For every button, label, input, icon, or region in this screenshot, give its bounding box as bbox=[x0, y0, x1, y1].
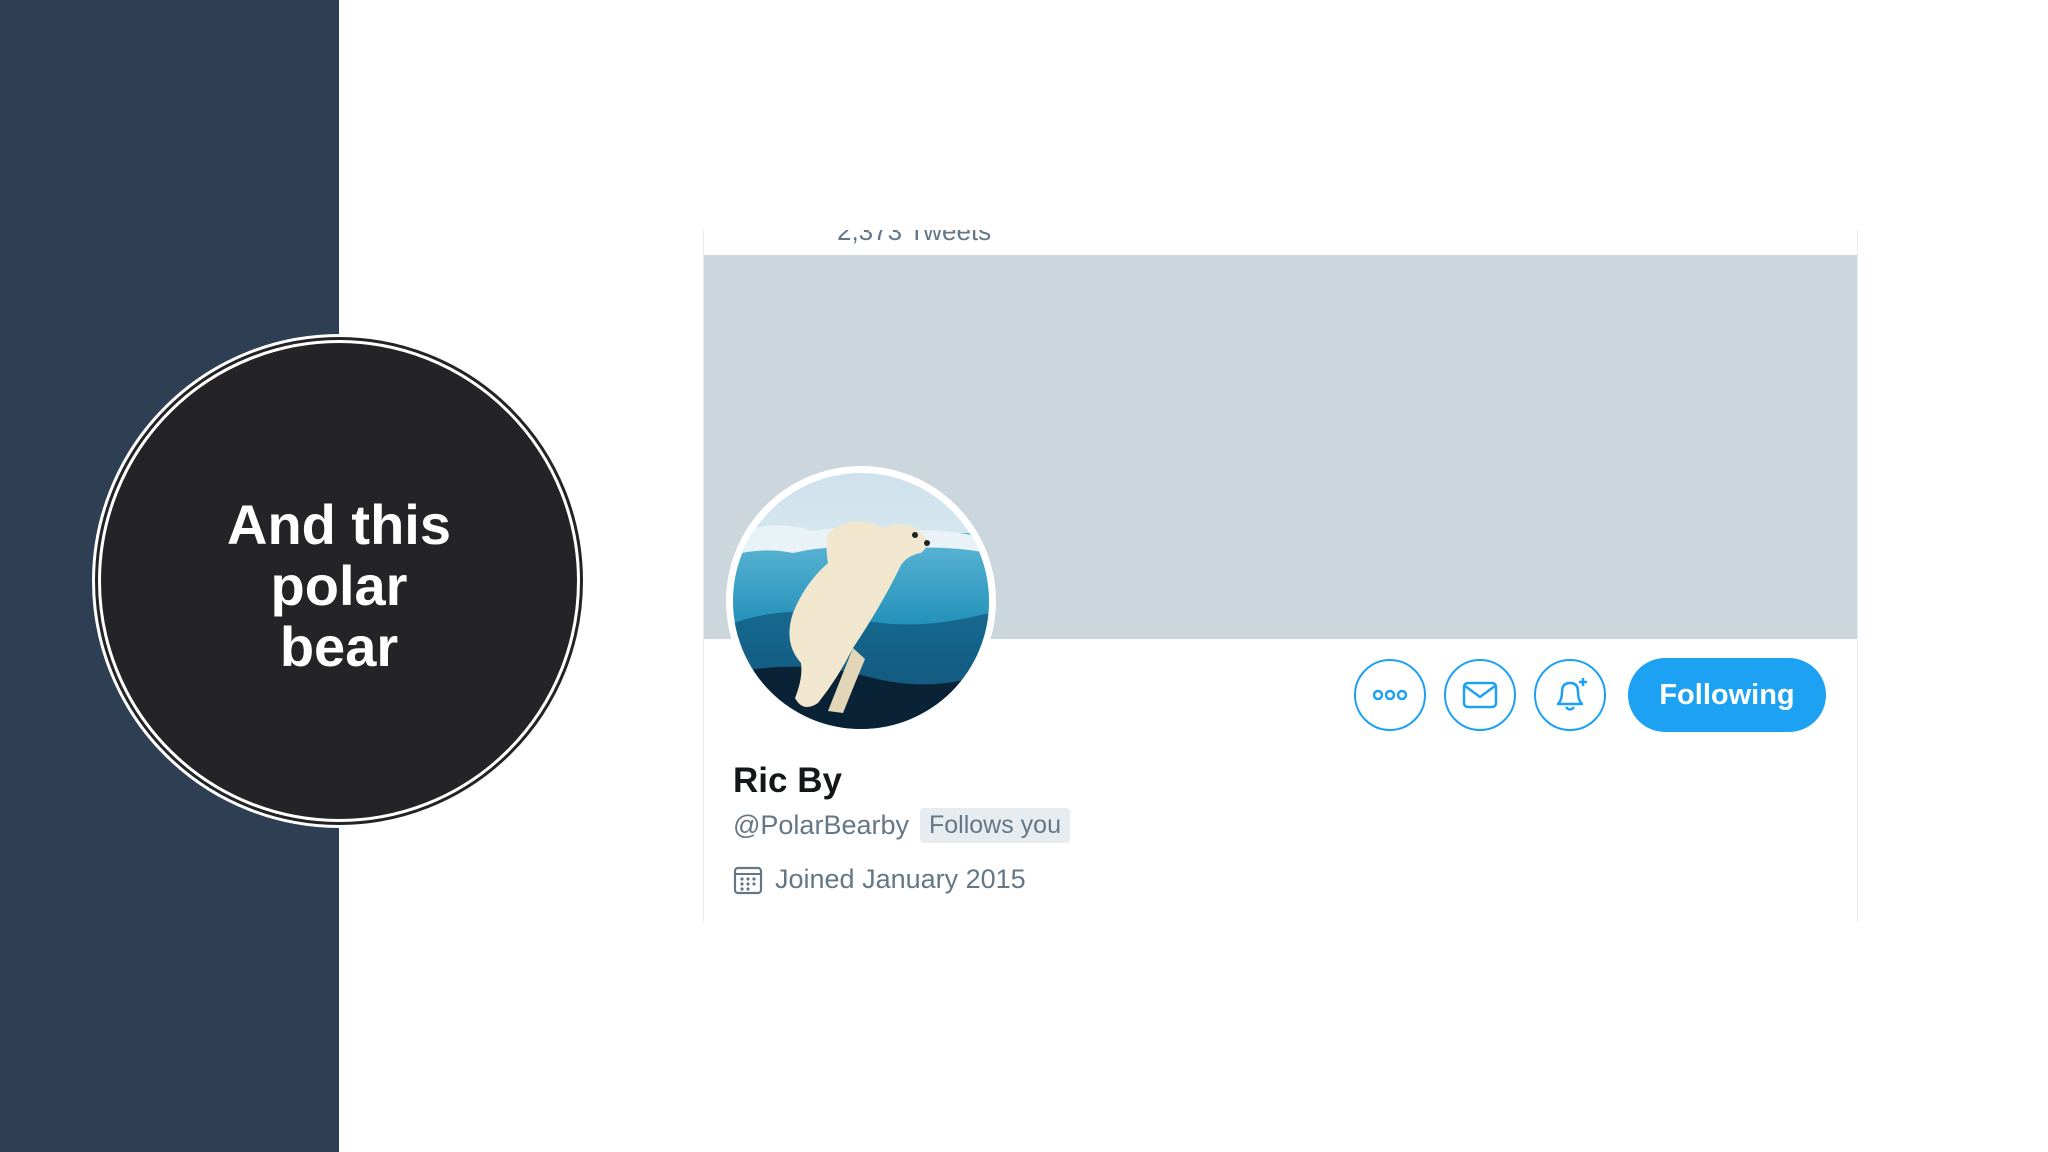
slide-heading: And this polar bear bbox=[227, 492, 451, 678]
handle-row: @PolarBearby Follows you bbox=[733, 808, 1070, 843]
twitter-profile-card: 2,373 Tweets Following Ric By @PolarBear… bbox=[703, 230, 1858, 922]
notifications-button[interactable] bbox=[1534, 659, 1606, 731]
avatar[interactable] bbox=[726, 466, 996, 736]
more-options-icon bbox=[1372, 689, 1408, 701]
calendar-icon bbox=[733, 866, 763, 894]
joined-date: Joined January 2015 bbox=[775, 864, 1026, 894]
profile-handle[interactable]: @PolarBearby bbox=[733, 810, 909, 841]
bell-plus-icon bbox=[1556, 678, 1587, 711]
profile-actions: Following bbox=[1354, 658, 1826, 732]
heading-circle: And this polar bear bbox=[102, 344, 576, 818]
polar-bear-avatar-image bbox=[733, 473, 989, 729]
following-button[interactable]: Following bbox=[1628, 658, 1826, 732]
tweets-count: 2,373 Tweets bbox=[837, 230, 992, 246]
follows-you-badge: Follows you bbox=[920, 808, 1070, 843]
message-button[interactable] bbox=[1444, 659, 1516, 731]
more-options-button[interactable] bbox=[1354, 659, 1426, 731]
profile-display-name: Ric By bbox=[733, 761, 842, 800]
joined-row: Joined January 2015 bbox=[733, 864, 1026, 895]
envelope-icon bbox=[1462, 681, 1498, 709]
